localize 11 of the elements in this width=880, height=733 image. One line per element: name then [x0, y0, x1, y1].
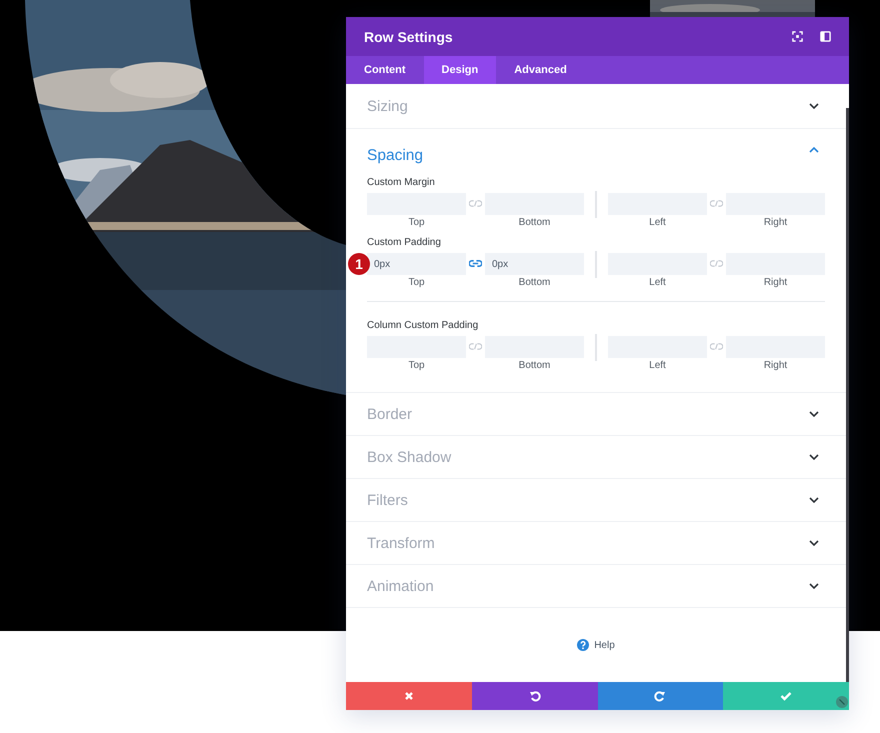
help-icon — [577, 639, 590, 651]
close-icon — [404, 691, 414, 701]
help-link[interactable]: Help — [571, 638, 621, 652]
close-button[interactable] — [346, 682, 472, 710]
save-button[interactable] — [723, 682, 849, 710]
undo-icon — [528, 690, 541, 702]
redo-icon — [654, 690, 666, 702]
redo-button[interactable] — [598, 682, 724, 710]
check-icon — [780, 691, 792, 701]
resize-handle-icon[interactable] — [836, 696, 848, 708]
undo-button[interactable] — [472, 682, 598, 710]
